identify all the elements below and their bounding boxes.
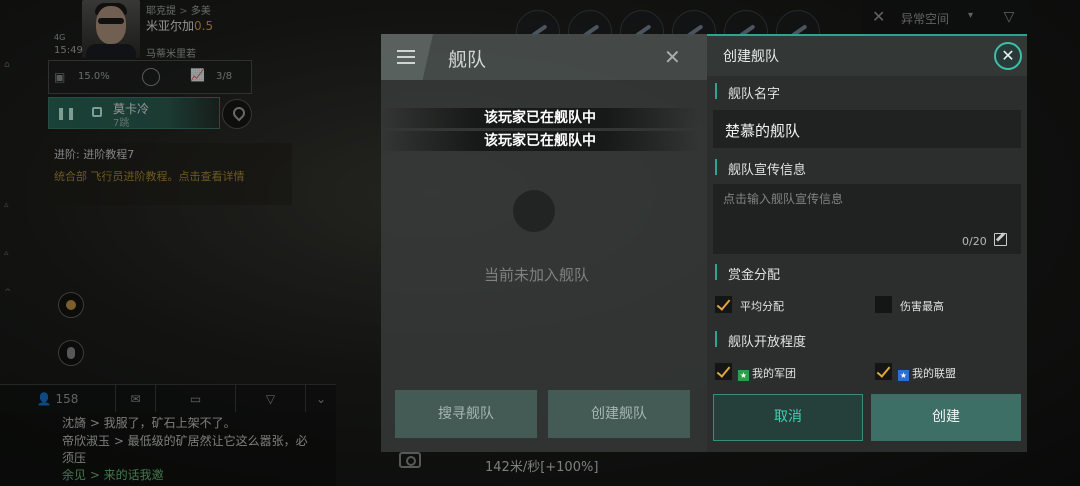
bounty-damage-checkbox[interactable] [874,295,893,314]
open-alliance-checkbox[interactable] [874,362,893,381]
cancel-button[interactable]: 取消 [713,394,863,441]
fleet-panel-title: 舰队 [448,49,487,71]
fleet-name-value: 楚慕的舰队 [725,122,801,140]
open-corp-label: 我的军团 [752,367,796,380]
bounty-damage-label: 伤害最高 [900,300,944,313]
toast-message: 该玩家已在舰队中 [380,131,700,151]
section-marker [715,83,717,99]
char-counter: 0/20 [962,235,987,248]
dialog-title: 创建舰队 [723,49,779,65]
corp-star-icon: ★ [738,370,749,381]
close-icon[interactable]: ✕ [994,42,1022,70]
empty-fleet-icon [513,190,555,232]
section-marker [715,159,717,175]
toast-message: 该玩家已在舰队中 [380,108,700,128]
open-corp-option: ★ 我的军团 [738,365,796,381]
openness-label: 舰队开放程度 [728,335,807,350]
open-corp-checkbox[interactable] [714,362,733,381]
open-alliance-option: ★ 我的联盟 [898,365,956,381]
fleet-desc-label: 舰队宣传信息 [728,163,807,178]
create-button[interactable]: 创建 [871,394,1021,441]
bounty-even-label: 平均分配 [740,300,784,313]
section-marker [715,331,717,347]
fleet-desc-placeholder: 点击输入舰队宣传信息 [723,192,844,206]
bounty-label: 赏金分配 [728,268,781,283]
close-icon[interactable]: ✕ [664,45,681,69]
open-alliance-label: 我的联盟 [912,367,956,380]
section-marker [715,264,717,280]
fleet-name-label: 舰队名字 [728,87,781,102]
bounty-even-checkbox[interactable] [714,295,733,314]
search-fleet-button[interactable]: 搜寻舰队 [395,390,537,438]
fleet-empty-text: 当前未加入舰队 [484,266,590,284]
alliance-star-icon: ★ [898,370,909,381]
edit-icon[interactable] [994,233,1007,246]
create-fleet-button[interactable]: 创建舰队 [548,390,690,438]
